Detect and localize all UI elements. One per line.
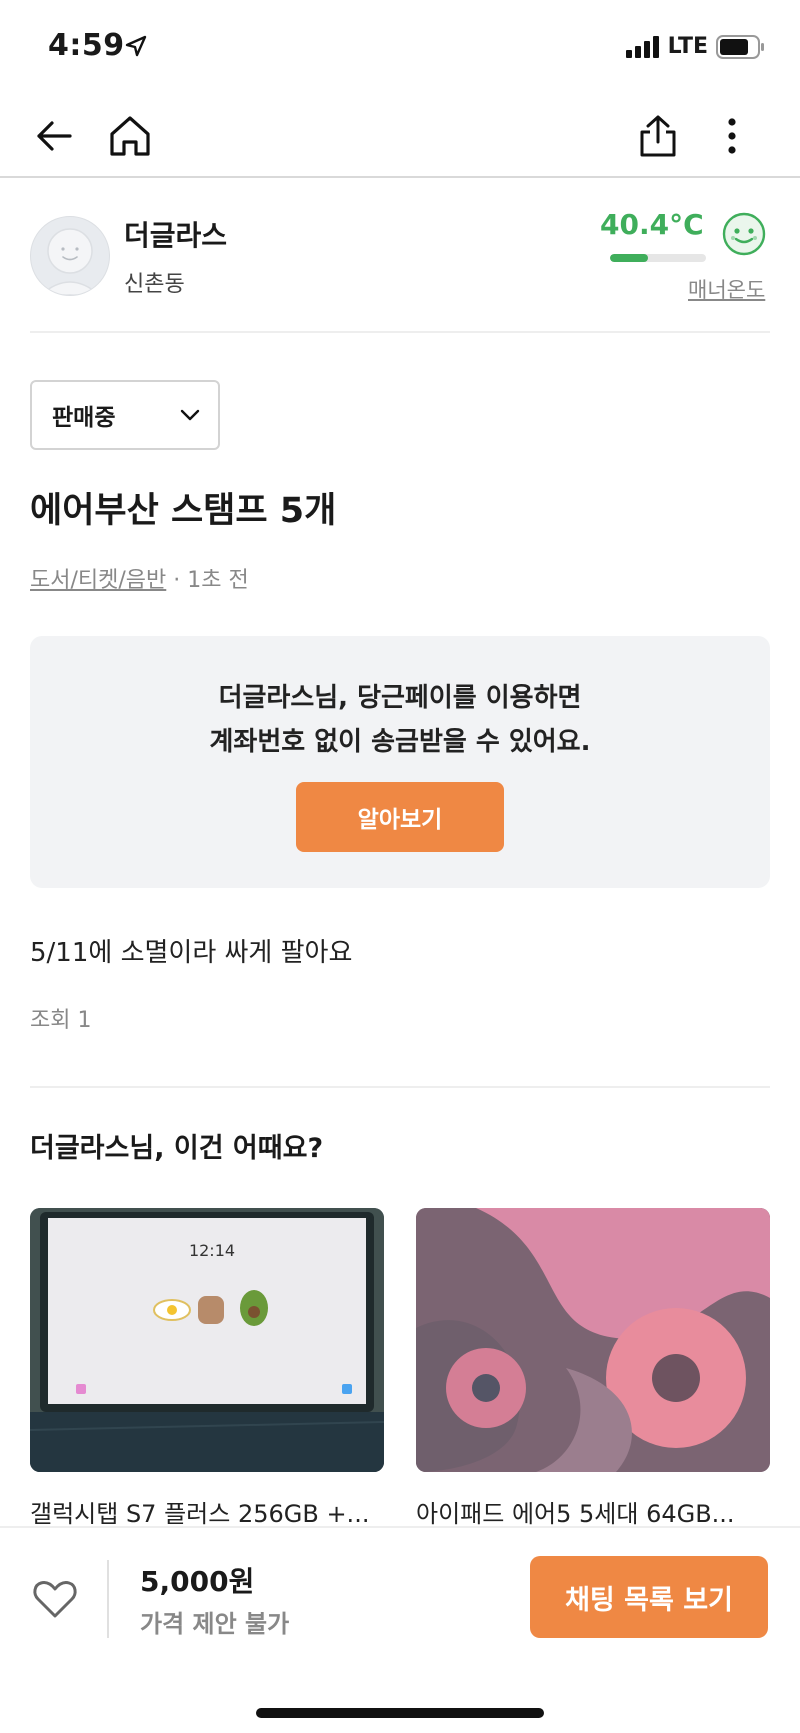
section-divider: [30, 331, 770, 333]
heart-icon[interactable]: [32, 1576, 78, 1622]
home-button[interactable]: [104, 110, 156, 162]
share-button[interactable]: [632, 110, 684, 162]
recommendation-card-image[interactable]: 12:14: [30, 1208, 384, 1472]
bar-separator: [107, 1560, 109, 1638]
recommendation-card-title[interactable]: 아이패드 에어5 5세대 64GB...: [416, 1494, 770, 1529]
smiley-face-icon: [722, 212, 766, 256]
chat-list-button[interactable]: 채팅 목록 보기: [530, 1556, 768, 1638]
signal-icon: [625, 35, 659, 58]
listing-meta: 도서/티켓/음반 · 1초 전: [30, 562, 249, 594]
sale-status-value: 판매중: [52, 405, 116, 431]
manner-temperature-fill: [610, 254, 649, 262]
manner-temperature-value: 40.4°C: [600, 208, 704, 241]
pay-promo-text: 더글라스님, 당근페이를 이용하면 계좌번호 없이 송금받을 수 있어요.: [30, 676, 770, 764]
top-navigation-bar: [0, 96, 800, 178]
share-icon: [640, 115, 676, 157]
manner-temperature-bar: [610, 254, 706, 262]
price: 5,000원: [140, 1565, 255, 1598]
status-time: 4:59: [48, 28, 125, 63]
posted-time: · 1초 전: [166, 568, 249, 593]
recommendation-card-image[interactable]: [416, 1208, 770, 1472]
pay-promo-box: 더글라스님, 당근페이를 이용하면 계좌번호 없이 송금받을 수 있어요. 알아…: [30, 636, 770, 888]
view-count: 조회 1: [30, 1008, 92, 1033]
seller-name[interactable]: 더글라스: [124, 214, 227, 254]
bottom-action-bar: 5,000원 가격 제안 불가 채팅 목록 보기: [0, 1526, 800, 1733]
pay-promo-line1: 더글라스님, 당근페이를 이용하면: [218, 683, 582, 713]
location-arrow-icon: [125, 35, 147, 57]
recommendations-title: 더글라스님, 이건 어때요?: [30, 1133, 324, 1164]
more-vertical-icon: [728, 118, 736, 154]
pay-promo-line2: 계좌번호 없이 송금받을 수 있어요.: [209, 727, 591, 757]
tablet-screen-clock: 12:14: [189, 1241, 235, 1260]
recommendation-card-title[interactable]: 갤럭시탭 S7 플러스 256GB +...: [30, 1494, 384, 1529]
battery-icon: [716, 34, 764, 59]
listing-title: 에어부산 스탬프 5개: [30, 491, 337, 531]
category-link[interactable]: 도서/티켓/음반: [30, 568, 166, 593]
section-divider: [30, 1086, 770, 1088]
home-icon: [110, 116, 150, 156]
status-indicators: LTE: [625, 34, 766, 59]
price-offer-note: 가격 제안 불가: [140, 1610, 290, 1638]
tablet-photo: 12:14: [30, 1208, 384, 1472]
ipad-photo: [416, 1208, 770, 1472]
more-options-button[interactable]: [706, 110, 758, 162]
sale-status-dropdown[interactable]: 판매중: [30, 380, 220, 450]
network-type: LTE: [667, 34, 708, 59]
home-indicator: [256, 1708, 544, 1718]
manner-temperature-link[interactable]: 매너온도: [688, 274, 765, 304]
default-avatar-icon: [39, 228, 101, 295]
seller-location: 신촌동: [124, 272, 185, 297]
learn-more-button[interactable]: 알아보기: [296, 782, 504, 852]
chevron-down-icon: [180, 409, 200, 421]
arrow-left-icon: [37, 121, 72, 151]
listing-description: 5/11에 소멸이라 싸게 팔아요: [30, 938, 353, 968]
seller-avatar[interactable]: [30, 216, 110, 296]
back-button[interactable]: [28, 110, 80, 162]
